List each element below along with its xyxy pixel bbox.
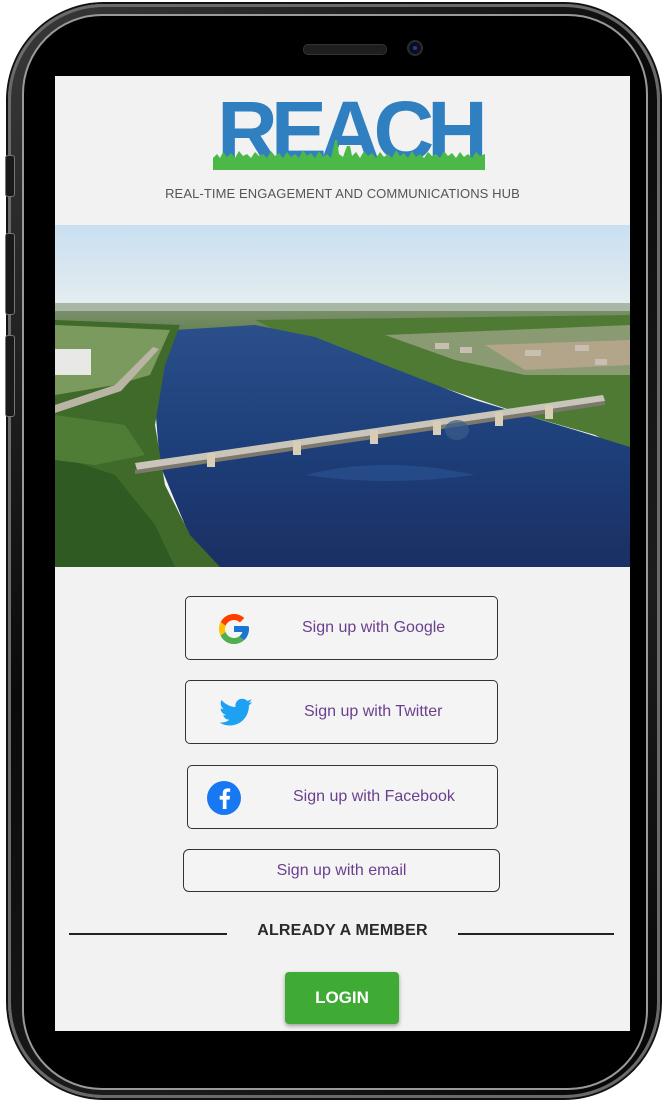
phone-volume-down: [5, 335, 15, 417]
divider-line-right: [458, 933, 614, 935]
facebook-f-icon: [207, 781, 241, 815]
google-signup-button[interactable]: Sign up with Google: [185, 596, 498, 660]
reach-logo-graphic: REACH: [213, 94, 485, 170]
twitter-bird-icon: [219, 698, 253, 726]
twitter-signup-label: Sign up with Twitter: [304, 703, 443, 720]
app-tagline: REAL-TIME ENGAGEMENT AND COMMUNICATIONS …: [165, 186, 520, 201]
divider-line-left: [69, 933, 227, 935]
facebook-signup-label: Sign up with Facebook: [293, 788, 455, 805]
already-member-label: ALREADY A MEMBER: [257, 922, 428, 939]
app-screen: REACH REAL-TIME ENGAGEMENT AND COMMUNICA…: [55, 76, 630, 1031]
email-signup-button[interactable]: Sign up with email: [183, 849, 500, 892]
google-signup-label: Sign up with Google: [302, 619, 446, 636]
app-logo: REACH: [55, 94, 630, 174]
phone-speaker: [303, 44, 387, 55]
twitter-signup-button[interactable]: Sign up with Twitter: [185, 680, 498, 744]
facebook-signup-button[interactable]: Sign up with Facebook: [187, 765, 498, 829]
phone-volume-up: [5, 233, 15, 315]
hero-river-bridge-image: [55, 225, 630, 567]
google-g-icon: [219, 614, 249, 644]
phone-silent-switch: [5, 155, 15, 197]
phone-camera: [407, 40, 423, 56]
login-button[interactable]: LOGIN: [285, 972, 399, 1024]
